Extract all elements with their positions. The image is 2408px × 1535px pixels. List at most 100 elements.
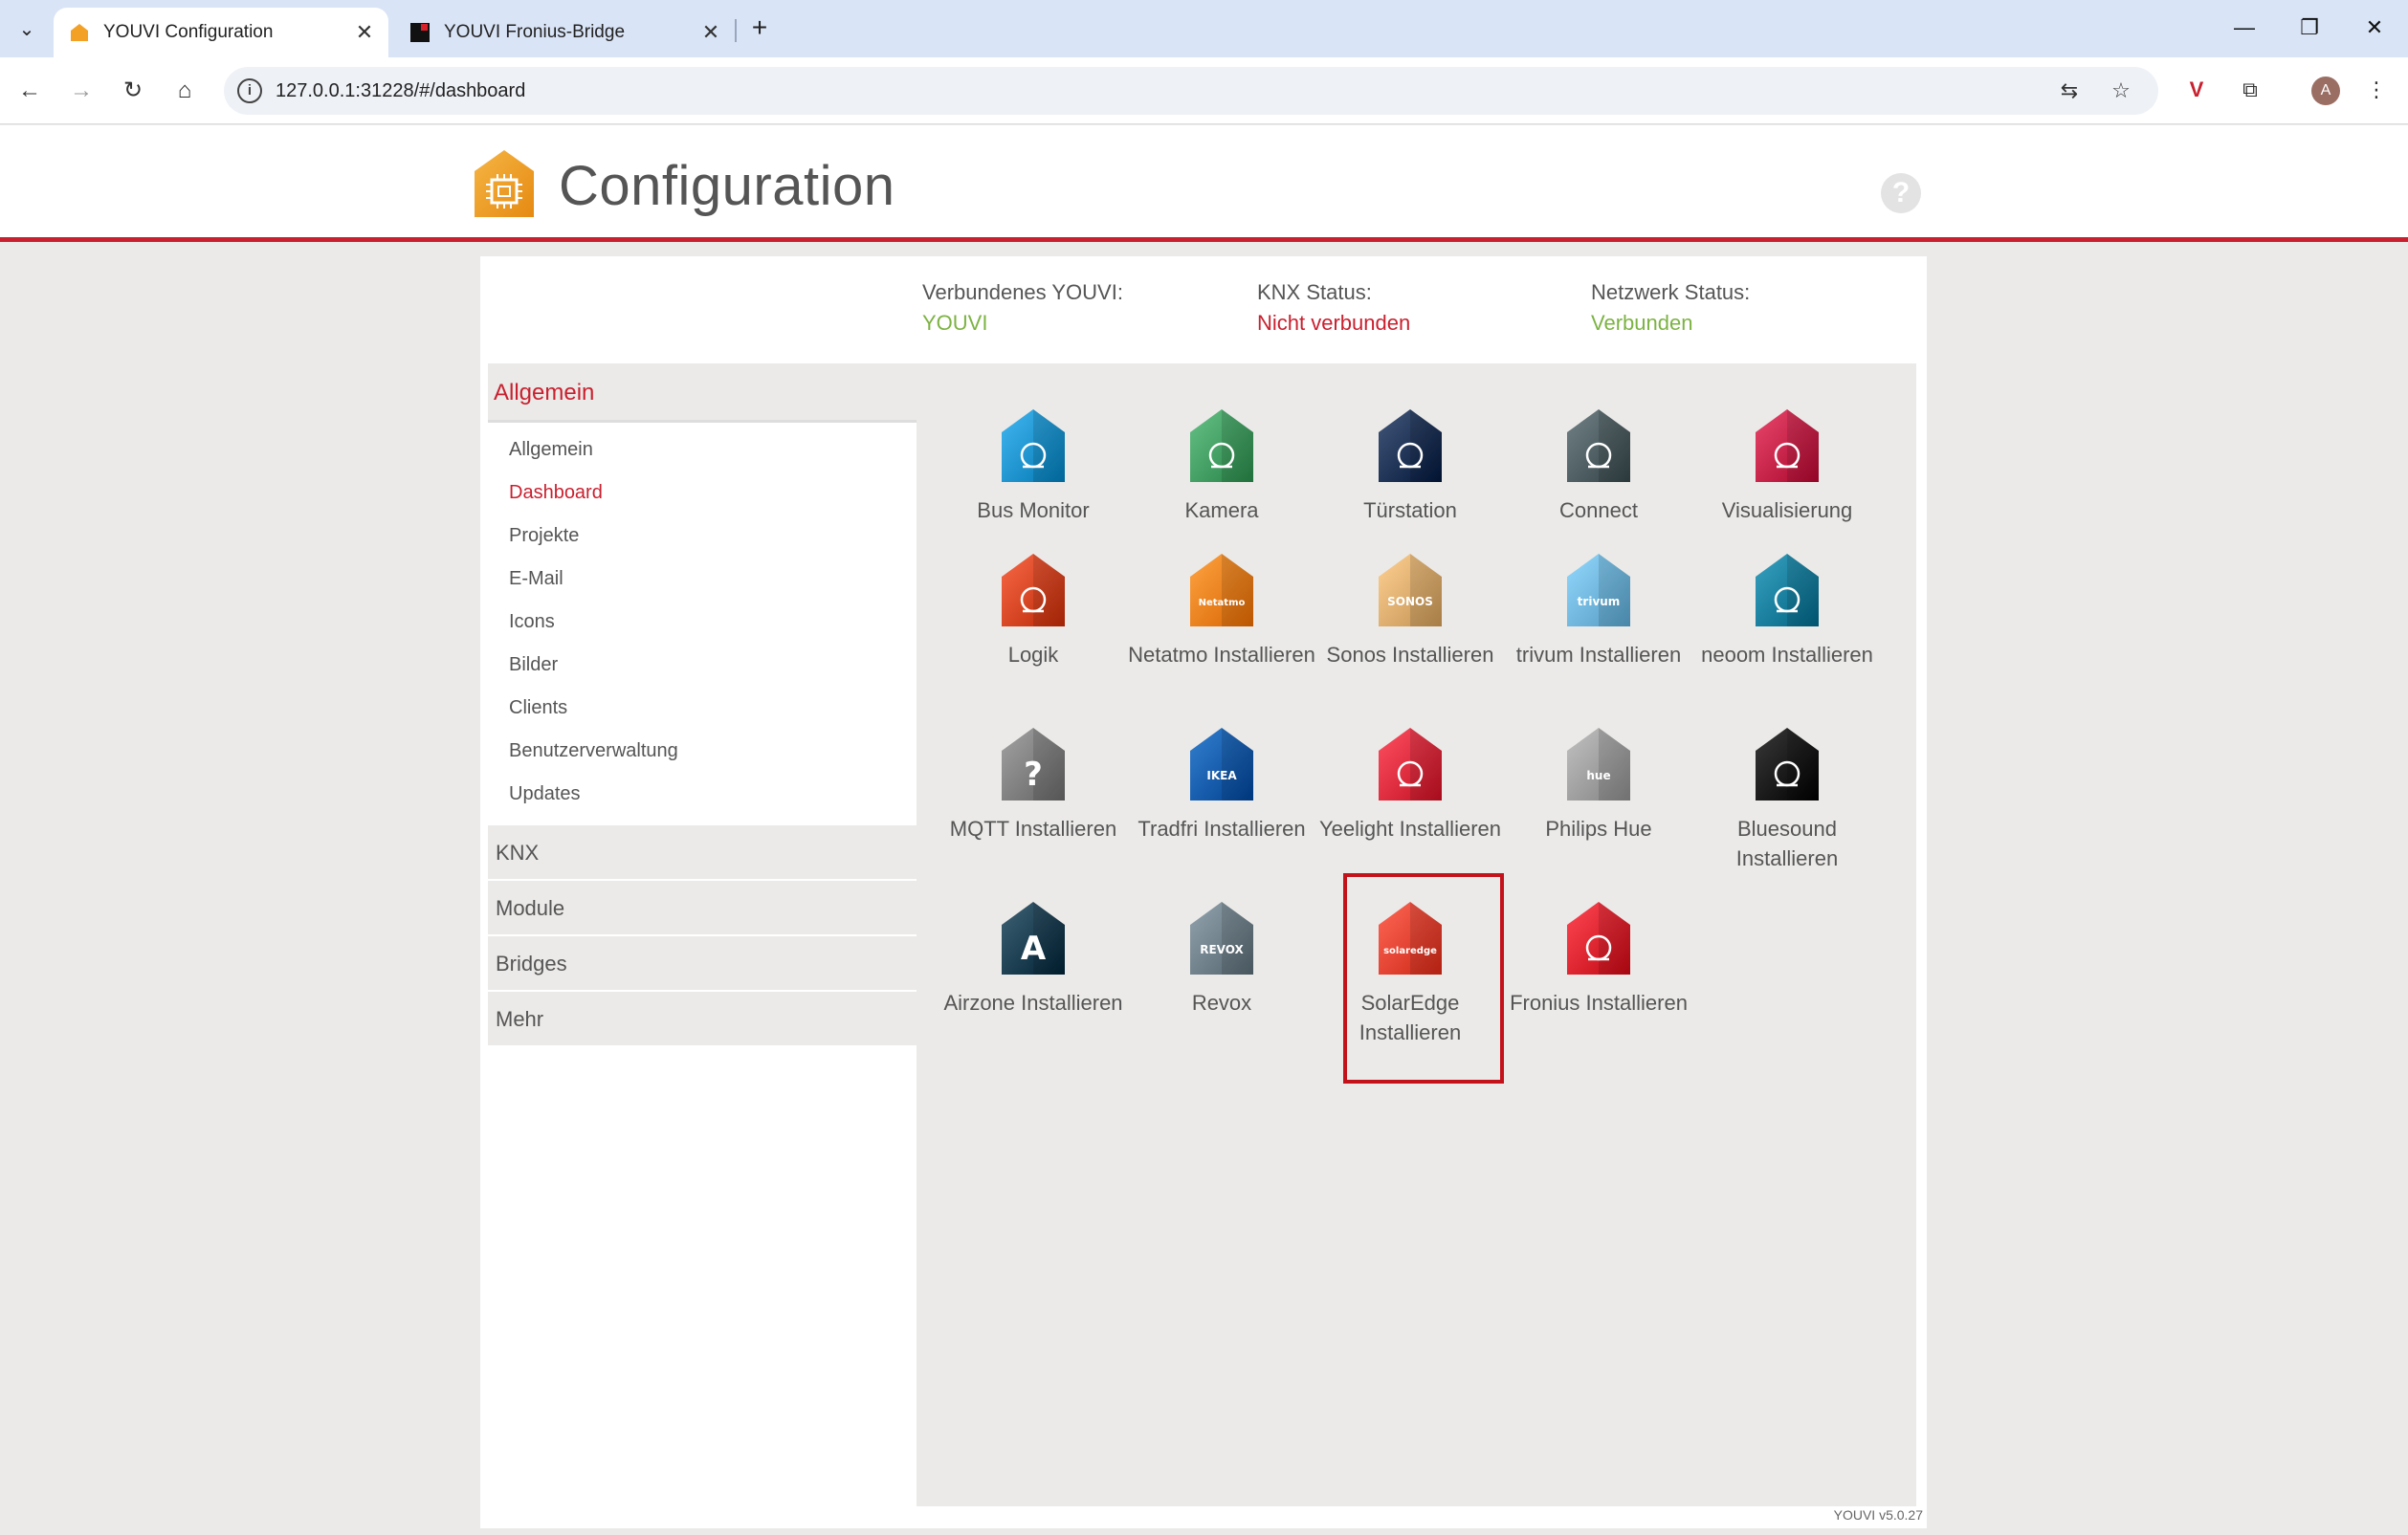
fronius-favicon-icon <box>410 23 430 42</box>
trivum-icon: trivum <box>1567 554 1630 626</box>
close-tab-icon[interactable]: ✕ <box>350 20 379 45</box>
tile-label: Visualisierung <box>1721 498 1853 522</box>
reload-icon[interactable]: ↻ <box>113 71 153 111</box>
sidebar-item-clients[interactable]: Clients <box>488 687 917 730</box>
status-youvi-value: YOUVI <box>922 311 988 335</box>
tile-airzone[interactable]: A Airzone Installieren <box>939 900 1127 1018</box>
fronius-icon <box>1567 902 1630 975</box>
svg-text:trivum: trivum <box>1578 595 1621 608</box>
sidebar-section-mehr[interactable]: Mehr <box>488 990 917 1045</box>
tile-mqtt[interactable]: ? MQTT Installieren <box>939 726 1127 844</box>
tile-door-station[interactable]: Türstation <box>1316 407 1504 525</box>
close-window-icon[interactable]: ✕ <box>2346 8 2403 48</box>
tile-camera[interactable]: Kamera <box>1128 407 1315 525</box>
tab-youvi-fronius-bridge[interactable]: YOUVI Fronius-Bridge ✕ <box>394 8 735 57</box>
url-text[interactable]: 127.0.0.1:31228/#/dashboard <box>276 67 525 115</box>
page-title: Configuration <box>559 155 895 217</box>
tab-title: YOUVI Configuration <box>103 22 274 42</box>
tab-search-chevron-icon[interactable]: ⌄ <box>10 11 44 46</box>
netatmo-icon: Netatmo <box>1190 554 1253 626</box>
tile-label: trivum Installieren <box>1515 643 1682 667</box>
neoom-icon <box>1756 554 1819 626</box>
back-icon[interactable]: ← <box>10 71 50 111</box>
youvi-logo-icon <box>475 150 534 217</box>
tile-monitor[interactable]: Bus Monitor <box>939 407 1127 525</box>
svg-text:A: A <box>1021 930 1047 968</box>
tile-trivum[interactable]: trivum trivum Installieren <box>1505 552 1692 669</box>
tile-revox[interactable]: REVOX Revox <box>1128 900 1315 1018</box>
door-station-icon <box>1379 409 1442 482</box>
browser-menu-icon[interactable]: ⋮ <box>2359 73 2394 107</box>
sidebar-section-module[interactable]: Module <box>488 879 917 934</box>
extension-v-icon[interactable]: V <box>2179 73 2214 107</box>
tile-neoom[interactable]: neoom Installieren <box>1693 552 1881 669</box>
tile-connect[interactable]: Connect <box>1505 407 1692 525</box>
youvi-favicon-icon <box>71 24 88 41</box>
ikea-icon: IKEA <box>1190 728 1253 800</box>
monitor-icon <box>1002 409 1065 482</box>
svg-text:REVOX: REVOX <box>1200 943 1244 956</box>
logic-icon <box>1002 554 1065 626</box>
tile-sonos[interactable]: SONOS Sonos Installieren <box>1316 552 1504 669</box>
sidebar-section-bridges[interactable]: Bridges <box>488 934 917 990</box>
sidebar-section-knx[interactable]: KNX <box>488 823 917 879</box>
tile-label: Netatmo Installieren <box>1128 643 1315 667</box>
hue-icon: hue <box>1567 728 1630 800</box>
profile-avatar[interactable]: A <box>2311 77 2340 105</box>
airzone-icon: A <box>1002 902 1065 975</box>
camera-icon <box>1190 409 1253 482</box>
tab-youvi-configuration[interactable]: YOUVI Configuration ✕ <box>54 8 388 57</box>
tile-visualization[interactable]: Visualisierung <box>1693 407 1881 525</box>
tile-logic[interactable]: Logik <box>939 552 1127 669</box>
tile-hue[interactable]: hue Philips Hue <box>1505 726 1692 844</box>
tile-label: Logik <box>1007 643 1059 667</box>
selected-tile-highlight <box>1343 873 1504 1084</box>
forward-icon[interactable]: → <box>61 71 101 111</box>
sidebar-item-updates[interactable]: Updates <box>488 773 917 816</box>
status-knx-label: KNX Status: <box>1257 280 1372 304</box>
sidebar-submenu: Allgemein Dashboard Projekte E-Mail Icon… <box>488 423 917 823</box>
address-bar[interactable]: i 127.0.0.1:31228/#/dashboard ⇆ ☆ <box>224 67 2158 115</box>
tile-label: Philips Hue <box>1545 817 1652 841</box>
home-icon[interactable]: ⌂ <box>165 71 205 111</box>
translate-icon[interactable]: ⇆ <box>2055 77 2084 105</box>
tile-label: Airzone Installieren <box>943 991 1123 1015</box>
sidebar: Allgemein Allgemein Dashboard Projekte E… <box>488 363 917 1045</box>
revox-icon: REVOX <box>1190 902 1253 975</box>
yeelight-icon <box>1379 728 1442 800</box>
sidebar-item-benutzerverwaltung[interactable]: Benutzerverwaltung <box>488 730 917 773</box>
sidebar-item-icons[interactable]: Icons <box>488 601 917 644</box>
tile-label: Sonos Installieren <box>1326 643 1494 667</box>
tile-label: Yeelight Installieren <box>1319 817 1501 841</box>
sidebar-item-dashboard[interactable]: Dashboard <box>488 471 917 515</box>
tile-bluesound[interactable]: Bluesound Installieren <box>1693 726 1881 873</box>
minimize-icon[interactable]: — <box>2216 8 2273 48</box>
svg-text:?: ? <box>1024 756 1043 794</box>
tile-label: Bluesound Installieren <box>1735 817 1839 870</box>
sidebar-item-projekte[interactable]: Projekte <box>488 515 917 558</box>
status-youvi-label: Verbundenes YOUVI: <box>922 280 1123 304</box>
site-info-icon[interactable]: i <box>237 78 262 103</box>
extensions-puzzle-icon[interactable]: ⧉ <box>2233 73 2267 107</box>
sidebar-section-allgemein[interactable]: Allgemein <box>488 363 917 423</box>
svg-text:IKEA: IKEA <box>1206 769 1237 782</box>
status-network-value: Verbunden <box>1591 311 1693 335</box>
bluesound-icon <box>1756 728 1819 800</box>
bookmark-star-icon[interactable]: ☆ <box>2107 77 2135 105</box>
restore-icon[interactable]: ❐ <box>2281 8 2338 48</box>
dashboard-tile-grid: Bus Monitor Kamera Türstation Connect Visual… <box>917 363 1916 1506</box>
sidebar-item-allgemein[interactable]: Allgemein <box>488 428 917 471</box>
status-youvi: Verbundenes YOUVI: YOUVI <box>922 277 1123 339</box>
close-tab-icon[interactable]: ✕ <box>696 20 725 45</box>
sidebar-item-bilder[interactable]: Bilder <box>488 644 917 687</box>
tile-label: Türstation <box>1363 498 1457 522</box>
help-icon[interactable]: ? <box>1881 173 1921 213</box>
sidebar-item-email[interactable]: E-Mail <box>488 558 917 601</box>
tile-ikea[interactable]: IKEA Tradfri Installieren <box>1128 726 1315 844</box>
tile-label: Bus Monitor <box>977 498 1090 522</box>
tab-title: YOUVI Fronius-Bridge <box>444 22 626 42</box>
tile-yeelight[interactable]: Yeelight Installieren <box>1316 726 1504 844</box>
tile-fronius[interactable]: Fronius Installieren <box>1505 900 1692 1018</box>
new-tab-icon[interactable]: + <box>742 11 777 46</box>
tile-netatmo[interactable]: Netatmo Netatmo Installieren <box>1128 552 1315 669</box>
